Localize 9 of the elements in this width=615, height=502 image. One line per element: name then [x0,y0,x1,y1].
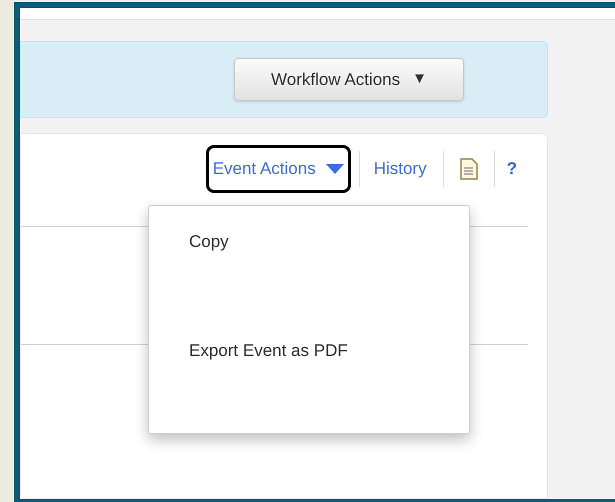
caret-icon [326,164,344,174]
workflow-actions-button[interactable]: Workflow Actions ▼ [234,58,464,101]
document-icon[interactable] [460,158,478,180]
menu-item[interactable]: Copy [149,229,469,254]
help-link[interactable]: ? [506,156,517,182]
event-actions-button[interactable]: Event Actions [206,145,351,193]
history-link[interactable]: History [374,156,427,182]
menu-item[interactable]: Export Event as PDF [149,338,469,363]
caret-icon: ▼ [412,68,427,91]
